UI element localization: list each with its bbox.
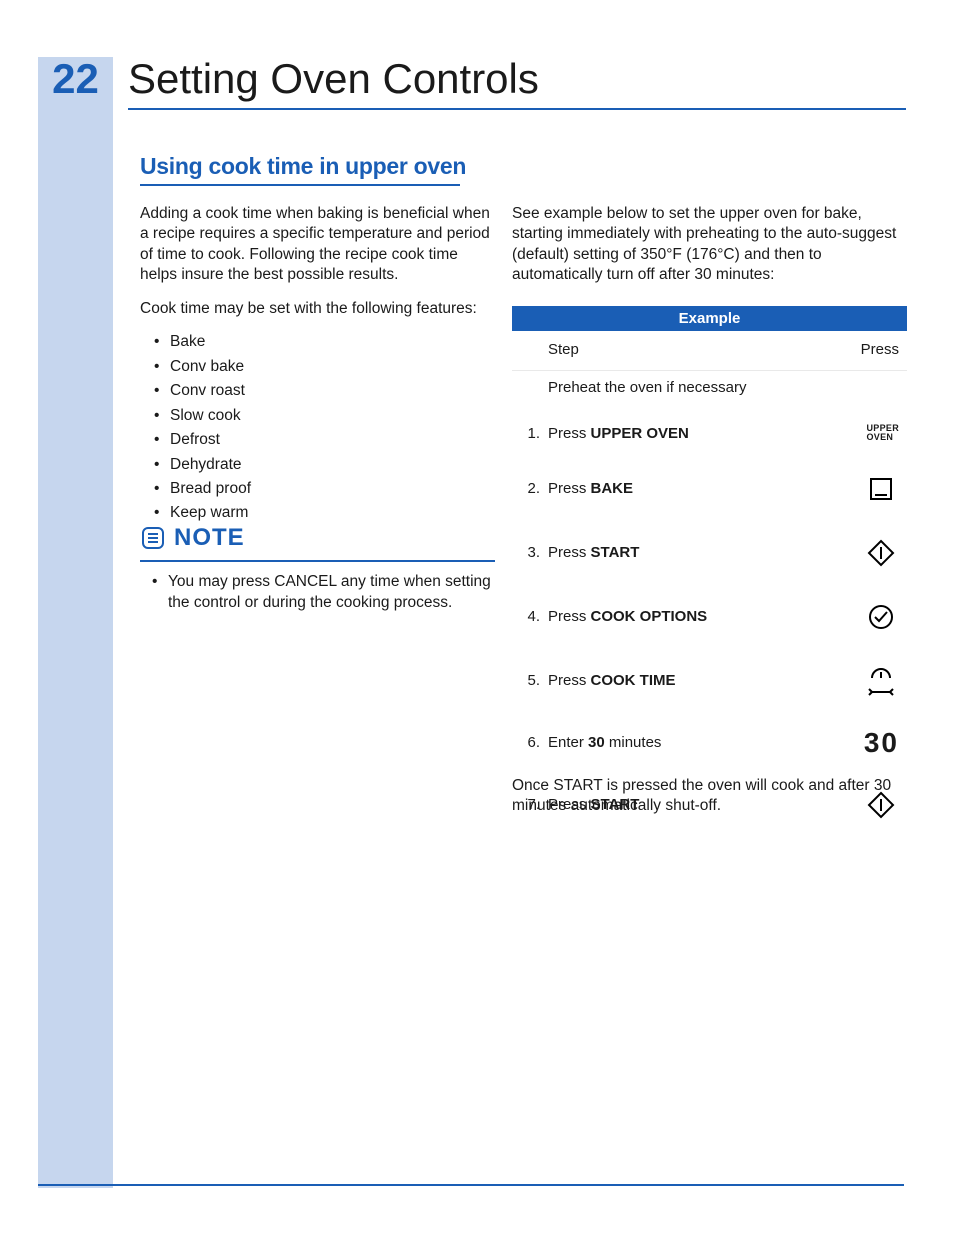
table-row: Preheat the oven if necessary — [512, 371, 907, 410]
example-table: Example Step Press Preheat the oven if n… — [512, 306, 907, 837]
note-box: NOTE You may press CANCEL any time when … — [140, 522, 495, 618]
list-item: Keep warm — [154, 503, 495, 523]
bottom-rule — [38, 1184, 904, 1186]
step-text: Press COOK TIME — [548, 672, 839, 689]
table-columns-row: Step Press — [512, 331, 907, 371]
step-number: 5. — [520, 672, 548, 689]
step-number: 6. — [520, 734, 548, 751]
preheat-text: Preheat the oven if necessary — [548, 379, 839, 396]
cook-options-icon — [863, 599, 899, 635]
list-item: Conv bake — [154, 357, 495, 377]
list-item: Dehydrate — [154, 455, 495, 475]
step-number: 4. — [520, 608, 548, 625]
list-item: Defrost — [154, 430, 495, 450]
page-number: 22 — [38, 55, 113, 103]
closing-paragraph: Once START is pressed the oven will cook… — [512, 776, 907, 817]
col-press-label: Press — [839, 341, 899, 358]
table-row: 1. Press UPPER OVEN UPPER OVEN — [512, 410, 907, 457]
page-side-bar — [38, 57, 113, 1188]
right-intro: See example below to set the upper oven … — [512, 204, 907, 286]
start-icon — [863, 535, 899, 571]
table-row: 6. Enter 30 minutes 30 — [512, 713, 907, 773]
step-number: 2. — [520, 480, 548, 497]
note-rule — [140, 560, 495, 562]
step-number: 1. — [520, 425, 548, 442]
table-row: 2. Press BAKE — [512, 457, 907, 521]
bake-icon — [863, 471, 899, 507]
page-title: Setting Oven Controls — [128, 55, 539, 103]
step-text: Press BAKE — [548, 480, 839, 497]
note-icon — [140, 525, 166, 551]
table-header: Example — [512, 306, 907, 331]
list-item: Bread proof — [154, 479, 495, 499]
upper-oven-icon: UPPER OVEN — [866, 424, 899, 443]
features-list: Bake Conv bake Conv roast Slow cook Defr… — [154, 332, 495, 524]
section-heading-rule — [140, 184, 460, 186]
list-item: Conv roast — [154, 381, 495, 401]
step-text: Press COOK OPTIONS — [548, 608, 839, 625]
cook-time-icon — [863, 663, 899, 699]
step-text: Press START — [548, 544, 839, 561]
note-item: You may press CANCEL any time when setti… — [140, 572, 495, 614]
intro-paragraph-2: Cook time may be set with the following … — [140, 299, 495, 319]
title-rule — [128, 108, 906, 110]
section-heading: Using cook time in upper oven — [140, 153, 466, 180]
intro-paragraph-1: Adding a cook time when baking is benefi… — [140, 204, 495, 286]
list-item: Bake — [154, 332, 495, 352]
step-number: 3. — [520, 544, 548, 561]
col-step-label: Step — [548, 341, 839, 358]
step-text: Enter 30 minutes — [548, 734, 839, 751]
thirty-display: 30 — [864, 727, 899, 759]
list-item: Slow cook — [154, 406, 495, 426]
note-title: NOTE — [174, 524, 245, 552]
table-row: 3. Press START — [512, 521, 907, 585]
step-text: Press UPPER OVEN — [548, 425, 839, 442]
table-row: 4. Press COOK OPTIONS — [512, 585, 907, 649]
table-row: 5. Press COOK TIME — [512, 649, 907, 713]
